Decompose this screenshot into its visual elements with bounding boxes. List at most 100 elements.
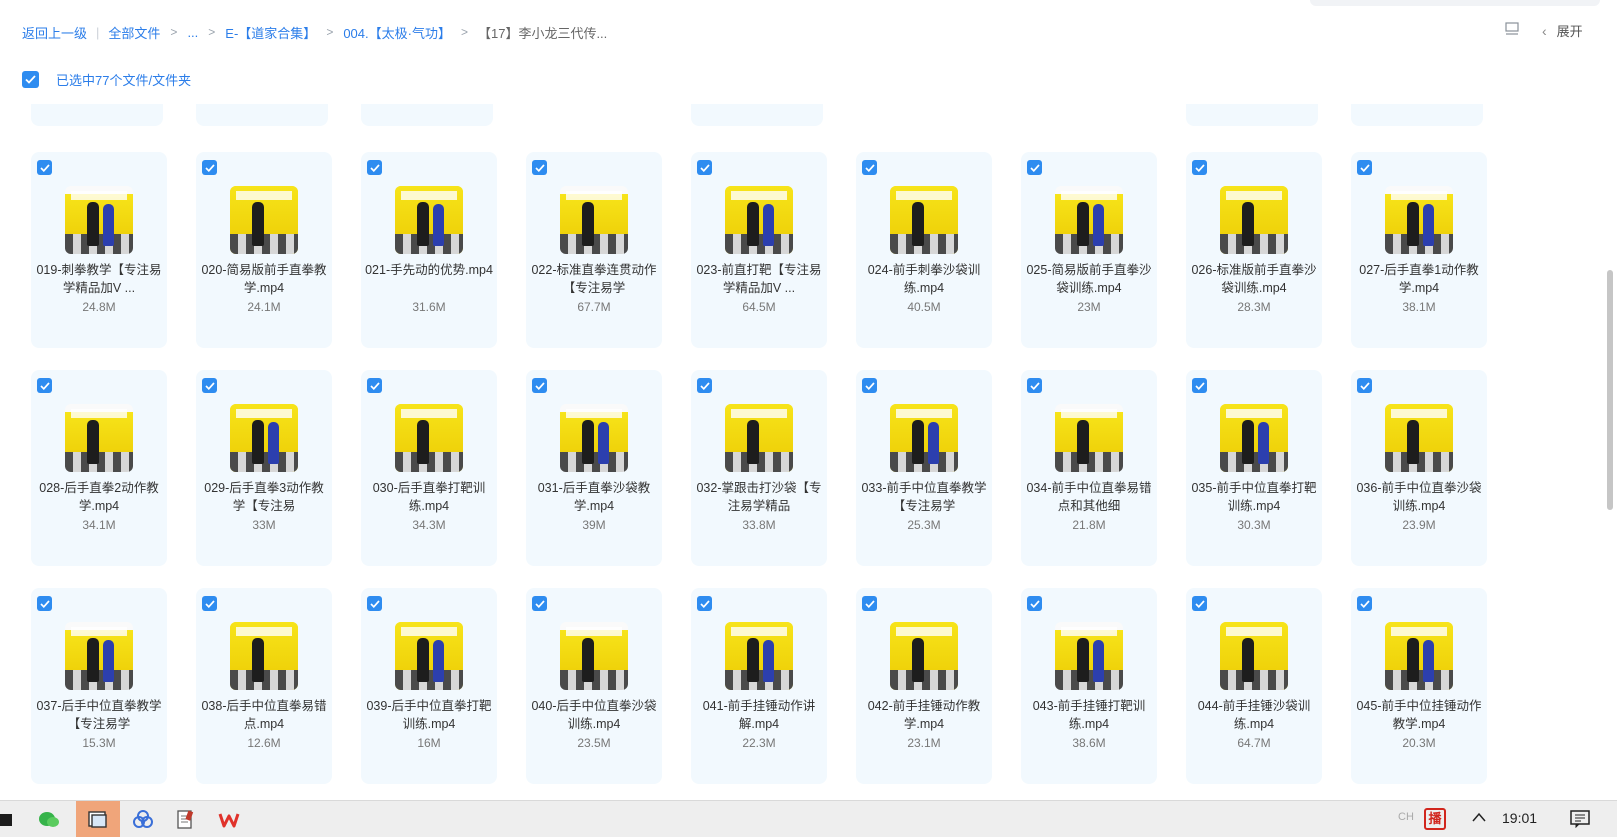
file-name[interactable]: 028-后手直拳2动作教学.mp4 [35,479,163,515]
video-thumbnail[interactable] [1220,186,1288,254]
video-thumbnail[interactable] [395,404,463,472]
file-name[interactable]: 020-简易版前手直拳教学.mp4 [200,261,328,297]
file-card[interactable]: 037-后手中位直拳教学【专注易学 15.3M [31,588,167,784]
file-name[interactable]: 031-后手直拳沙袋教学.mp4 [530,479,658,515]
file-name[interactable]: 035-前手中位直拳打靶训练.mp4 [1190,479,1318,515]
notepad-icon[interactable] [163,801,207,837]
file-checkbox[interactable] [37,378,52,393]
video-thumbnail[interactable] [230,622,298,690]
file-card[interactable]: 044-前手挂锤沙袋训练.mp4 64.7M [1186,588,1322,784]
file-checkbox[interactable] [532,596,547,611]
vertical-scrollbar[interactable] [1607,270,1613,510]
file-name[interactable]: 030-后手直拳打靶训练.mp4 [365,479,493,515]
file-name[interactable]: 029-后手直拳3动作教学【专注易 [200,479,328,515]
file-card[interactable]: 028-后手直拳2动作教学.mp4 34.1M [31,370,167,566]
file-checkbox[interactable] [202,378,217,393]
file-card[interactable]: 040-后手中位直拳沙袋训练.mp4 23.5M [526,588,662,784]
file-card-partial[interactable] [691,104,823,126]
video-thumbnail[interactable] [65,186,133,254]
breadcrumb-all-files[interactable]: 全部文件 [108,23,160,42]
video-thumbnail[interactable] [230,186,298,254]
file-card[interactable]: 042-前手挂锤动作教学.mp4 23.1M [856,588,992,784]
file-card[interactable]: 029-后手直拳3动作教学【专注易 33M [196,370,332,566]
wechat-icon[interactable] [27,801,71,837]
video-thumbnail[interactable] [1055,622,1123,690]
file-checkbox[interactable] [367,378,382,393]
file-checkbox[interactable] [1357,378,1372,393]
file-name[interactable]: 044-前手挂锤沙袋训练.mp4 [1190,697,1318,733]
file-card-partial[interactable] [361,104,493,126]
video-thumbnail[interactable] [395,186,463,254]
video-thumbnail[interactable] [1220,404,1288,472]
file-name[interactable]: 025-简易版前手直拳沙袋训练.mp4 [1025,261,1153,297]
file-name[interactable]: 023-前直打靶【专注易学精品加V ... [695,261,823,297]
file-checkbox[interactable] [1357,160,1372,175]
file-card[interactable]: 035-前手中位直拳打靶训练.mp4 30.3M [1186,370,1322,566]
video-thumbnail[interactable] [725,622,793,690]
file-card[interactable]: 045-前手中位挂锤动作教学.mp4 20.3M [1351,588,1487,784]
file-card[interactable]: 026-标准版前手直拳沙袋训练.mp4 28.3M [1186,152,1322,348]
file-checkbox[interactable] [1192,596,1207,611]
back-link[interactable]: 返回上一级 [22,23,87,42]
input-method-indicator[interactable]: CH [1398,811,1414,823]
file-checkbox[interactable] [202,596,217,611]
video-thumbnail[interactable] [560,186,628,254]
file-name[interactable]: 037-后手中位直拳教学【专注易学 [35,697,163,733]
video-thumbnail[interactable] [725,404,793,472]
file-card-partial[interactable] [31,104,163,126]
file-name[interactable]: 034-前手中位直拳易错点和其他细 [1025,479,1153,515]
file-card-partial[interactable] [196,104,328,126]
video-thumbnail[interactable] [1385,404,1453,472]
file-name[interactable]: 042-前手挂锤动作教学.mp4 [860,697,988,733]
file-checkbox[interactable] [697,596,712,611]
file-checkbox[interactable] [202,160,217,175]
file-checkbox[interactable] [532,160,547,175]
breadcrumb-item-daojia[interactable]: E-【道家合集】 [225,23,316,42]
file-card[interactable]: 019-刺拳教学【专注易学精品加V ... 24.8M [31,152,167,348]
cloud-app-icon[interactable] [121,801,165,837]
app-tray-icon[interactable]: 播 [1424,808,1446,830]
file-checkbox[interactable] [1192,160,1207,175]
file-name[interactable]: 036-前手中位直拳沙袋训练.mp4 [1355,479,1483,515]
video-thumbnail[interactable] [890,186,958,254]
wps-icon[interactable] [207,801,251,837]
notification-icon[interactable] [1570,810,1590,829]
file-name[interactable]: 024-前手刺拳沙袋训练.mp4 [860,261,988,297]
file-card[interactable]: 039-后手中位直拳打靶训练.mp4 16M [361,588,497,784]
file-card[interactable]: 023-前直打靶【专注易学精品加V ... 64.5M [691,152,827,348]
file-name[interactable]: 033-前手中位直拳教学【专注易学 [860,479,988,515]
file-name[interactable]: 021-手先动的优势.mp4 [365,261,493,297]
breadcrumb-item-taiji[interactable]: 004.【太极·气功】 [343,23,451,42]
clock[interactable]: 19:01 [1502,810,1537,826]
file-name[interactable]: 045-前手中位挂锤动作教学.mp4 [1355,697,1483,733]
video-thumbnail[interactable] [65,404,133,472]
breadcrumb-ellipsis[interactable]: ... [187,25,198,40]
file-card[interactable]: 022-标准直拳连贯动作【专注易学 67.7M [526,152,662,348]
file-name[interactable]: 039-后手中位直拳打靶训练.mp4 [365,697,493,733]
file-name[interactable]: 022-标准直拳连贯动作【专注易学 [530,261,658,297]
file-card[interactable]: 020-简易版前手直拳教学.mp4 24.1M [196,152,332,348]
file-card[interactable]: 024-前手刺拳沙袋训练.mp4 40.5M [856,152,992,348]
file-name[interactable]: 032-掌跟击打沙袋【专注易学精品 [695,479,823,515]
file-name[interactable]: 026-标准版前手直拳沙袋训练.mp4 [1190,261,1318,297]
video-thumbnail[interactable] [560,404,628,472]
file-name[interactable]: 027-后手直拳1动作教学.mp4 [1355,261,1483,297]
video-thumbnail[interactable] [560,622,628,690]
video-thumbnail[interactable] [890,404,958,472]
file-checkbox[interactable] [697,378,712,393]
video-thumbnail[interactable] [230,404,298,472]
terminal-icon[interactable] [0,801,26,837]
file-name[interactable]: 019-刺拳教学【专注易学精品加V ... [35,261,163,297]
file-checkbox[interactable] [1192,378,1207,393]
search-box-edge[interactable] [1310,0,1600,6]
expand-button[interactable]: ‹ 展开 [1542,21,1583,40]
video-thumbnail[interactable] [1220,622,1288,690]
file-card[interactable]: 038-后手中位直拳易错点.mp4 12.6M [196,588,332,784]
file-card[interactable]: 025-简易版前手直拳沙袋训练.mp4 23M [1021,152,1157,348]
video-thumbnail[interactable] [890,622,958,690]
file-checkbox[interactable] [37,160,52,175]
file-checkbox[interactable] [862,378,877,393]
file-checkbox[interactable] [697,160,712,175]
video-thumbnail[interactable] [395,622,463,690]
file-checkbox[interactable] [532,378,547,393]
